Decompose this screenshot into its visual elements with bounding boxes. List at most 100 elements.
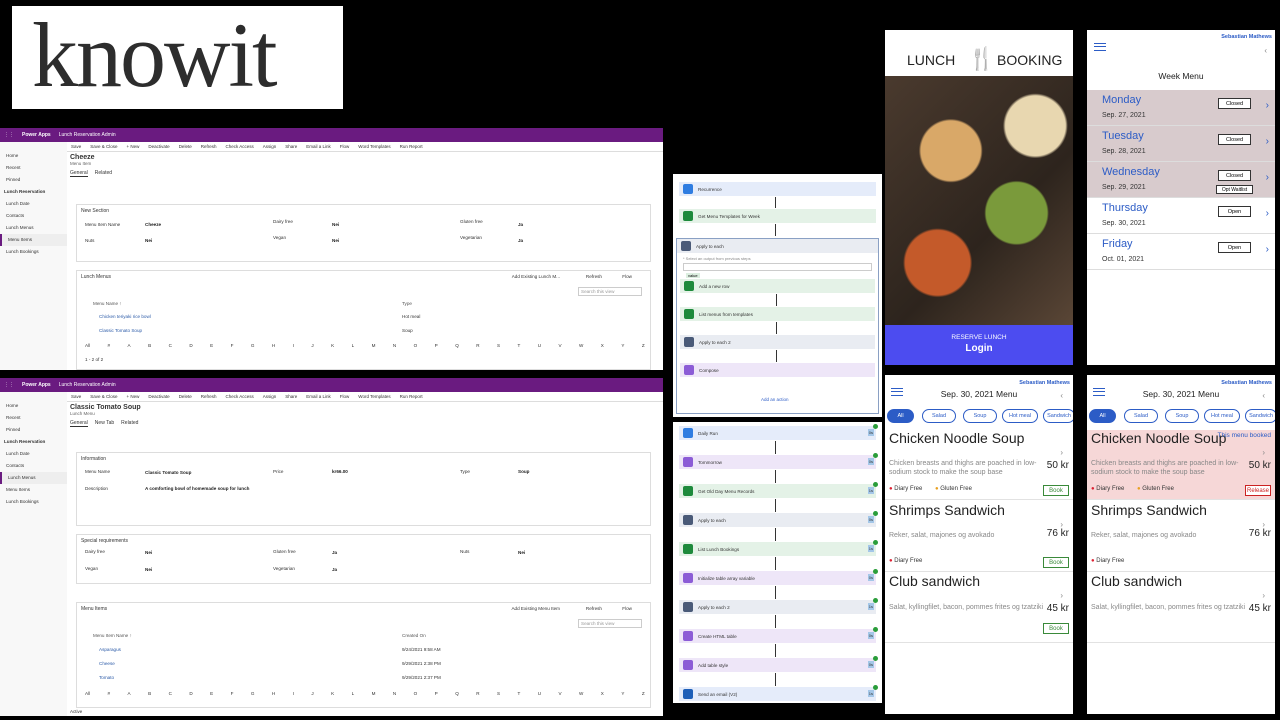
alpha-filter-7[interactable]: F — [231, 691, 234, 696]
day-status-button[interactable]: Closed — [1218, 98, 1251, 109]
tab-related[interactable]: Related — [95, 170, 112, 177]
value-token[interactable]: value — [686, 273, 700, 278]
field-dairy-free[interactable]: Nei — [145, 550, 152, 555]
alpha-filter-2[interactable]: A — [128, 691, 131, 696]
alpha-filter-19[interactable]: R — [476, 343, 479, 348]
hamburger-menu-icon[interactable] — [1094, 43, 1106, 51]
alpha-filter-9[interactable]: H — [272, 691, 275, 696]
row-name-3[interactable]: Tomato — [99, 675, 114, 680]
alpha-filter-24[interactable]: W — [579, 343, 583, 348]
row-name-2[interactable]: Cheese — [99, 661, 115, 666]
back-chevron-icon[interactable]: ‹ — [1262, 391, 1265, 400]
alpha-filter-6[interactable]: E — [210, 691, 213, 696]
filter-pill-4[interactable]: Sandwich — [1043, 409, 1073, 423]
nav-item-2[interactable]: Pinned — [0, 424, 67, 436]
filter-pill-1[interactable]: Salad — [1124, 409, 1158, 423]
alpha-filter-18[interactable]: Q — [455, 343, 459, 348]
alpha-filter-10[interactable]: I — [293, 691, 294, 696]
chevron-right-icon[interactable]: › — [1060, 448, 1063, 457]
command-12[interactable]: Run Report — [400, 144, 423, 149]
add-existing-button[interactable]: Add Existing Menu Item — [511, 606, 560, 611]
filter-pill-3[interactable]: Hot meal — [1204, 409, 1240, 423]
search-view-input[interactable]: Search this view — [578, 287, 642, 296]
dish-card-0[interactable]: Chicken Noodle Soup › Chicken breasts and … — [885, 430, 1073, 500]
command-10[interactable]: Flow — [340, 394, 350, 399]
alpha-filter-17[interactable]: P — [435, 691, 438, 696]
command-8[interactable]: Share — [285, 394, 297, 399]
flow-run-step-0[interactable]: Daily Run 0s — [679, 424, 878, 440]
command-1[interactable]: Save & Close — [90, 394, 117, 399]
filter-pill-1[interactable]: Salad — [922, 409, 956, 423]
flow-run-step-9[interactable]: Send an email (V2) 1s — [679, 685, 878, 701]
refresh-button[interactable]: Refresh — [586, 274, 602, 279]
alpha-filter-4[interactable]: C — [169, 343, 172, 348]
field-menu-item-name[interactable]: Cheeze — [145, 222, 161, 227]
command-7[interactable]: Assign — [263, 394, 277, 399]
command-11[interactable]: Word Templates — [358, 144, 390, 149]
flow-step-get-menu-templates[interactable]: Get Menu Templates for Week — [679, 209, 876, 223]
alpha-filter-12[interactable]: K — [331, 691, 334, 696]
flow-run-step-5[interactable]: Initialize table array variable 0s — [679, 569, 878, 585]
alpha-filter-3[interactable]: B — [148, 691, 151, 696]
alpha-filter-21[interactable]: T — [517, 343, 520, 348]
flow-run-step-8[interactable]: Add table style 0s — [679, 656, 878, 672]
tab-new-tab[interactable]: New Tab — [95, 420, 114, 427]
dish-card-0[interactable]: Chicken Noodle Soup › Chicken breasts and … — [1087, 430, 1275, 500]
alpha-filter-18[interactable]: Q — [455, 691, 459, 696]
command-11[interactable]: Word Templates — [358, 394, 390, 399]
command-3[interactable]: Deactivate — [148, 144, 169, 149]
alpha-filter-11[interactable]: J — [311, 691, 313, 696]
dish-card-2[interactable]: Club sandwich › Salat, kyllingfilet, bacon… — [885, 573, 1073, 643]
dish-card-1[interactable]: Shrimps Sandwich › Reker, salat, majones o… — [885, 502, 1073, 572]
nav-item-7[interactable]: Menu Items — [0, 484, 67, 496]
chevron-right-icon[interactable]: › — [1266, 100, 1269, 111]
alpha-filter-4[interactable]: C — [169, 691, 172, 696]
flow-run-step-3[interactable]: Apply to each 0s — [679, 511, 878, 527]
alpha-filter-22[interactable]: U — [538, 343, 541, 348]
flow-step-add-row[interactable]: Add a new row — [680, 279, 875, 293]
flow-step-recurrence[interactable]: Recurrence — [679, 182, 876, 196]
field-gluten-free[interactable]: Ja — [518, 222, 523, 227]
alpha-filter-27[interactable]: Z — [642, 691, 645, 696]
command-4[interactable]: Delete — [179, 144, 192, 149]
alpha-filter-26[interactable]: Y — [621, 343, 624, 348]
alpha-filter-22[interactable]: U — [538, 691, 541, 696]
nav-item-7[interactable]: Menu Items — [0, 234, 67, 246]
dish-card-2[interactable]: Club sandwich › Salat, kyllingfilet, bacon… — [1087, 573, 1275, 643]
col-type[interactable]: Type — [402, 301, 412, 306]
flow-step-list-menus[interactable]: List menus from templates — [680, 307, 875, 321]
alpha-filter-2[interactable]: A — [128, 343, 131, 348]
alpha-filter-21[interactable]: T — [517, 691, 520, 696]
flow-button[interactable]: Flow — [622, 274, 632, 279]
nav-item-1[interactable]: Recent — [0, 412, 67, 424]
flow-run-step-6[interactable]: Apply to each 2 1s — [679, 598, 878, 614]
field-nuts[interactable]: Nei — [518, 550, 525, 555]
filter-pill-4[interactable]: Sandwich — [1245, 409, 1275, 423]
flow-button[interactable]: Flow — [622, 606, 632, 611]
command-9[interactable]: Email a Link — [306, 144, 331, 149]
alpha-filter-27[interactable]: Z — [642, 343, 645, 348]
alpha-filter-5[interactable]: D — [189, 343, 192, 348]
chevron-right-icon[interactable]: › — [1060, 591, 1063, 600]
alpha-filter-1[interactable]: # — [108, 691, 111, 696]
chevron-right-icon[interactable]: › — [1262, 448, 1265, 457]
day-status-button[interactable]: Open — [1218, 242, 1251, 253]
alpha-filter-9[interactable]: H — [272, 343, 275, 348]
tab-general[interactable]: General — [70, 420, 88, 427]
alpha-filter-13[interactable]: L — [352, 691, 355, 696]
field-vegetarian[interactable]: Ja — [518, 238, 523, 243]
day-row-0[interactable]: Monday Sep. 27, 2021 Closed › — [1087, 90, 1275, 126]
command-5[interactable]: Refresh — [201, 144, 217, 149]
field-dairy-free[interactable]: Nei — [332, 222, 339, 227]
nav-item-1[interactable]: Recent — [0, 162, 67, 174]
command-6[interactable]: Check Access — [225, 394, 253, 399]
day-row-4[interactable]: Friday Oct. 01, 2021 Open › — [1087, 234, 1275, 270]
waffle-icon[interactable]: ⋮⋮ — [4, 382, 14, 388]
alpha-filter-17[interactable]: P — [435, 343, 438, 348]
field-vegan[interactable]: Nei — [145, 567, 152, 572]
chevron-right-icon[interactable]: › — [1266, 208, 1269, 219]
command-1[interactable]: Save & Close — [90, 144, 117, 149]
alpha-filter-23[interactable]: V — [559, 691, 562, 696]
command-2[interactable]: + New — [127, 144, 140, 149]
field-gluten-free[interactable]: Ja — [332, 550, 337, 555]
